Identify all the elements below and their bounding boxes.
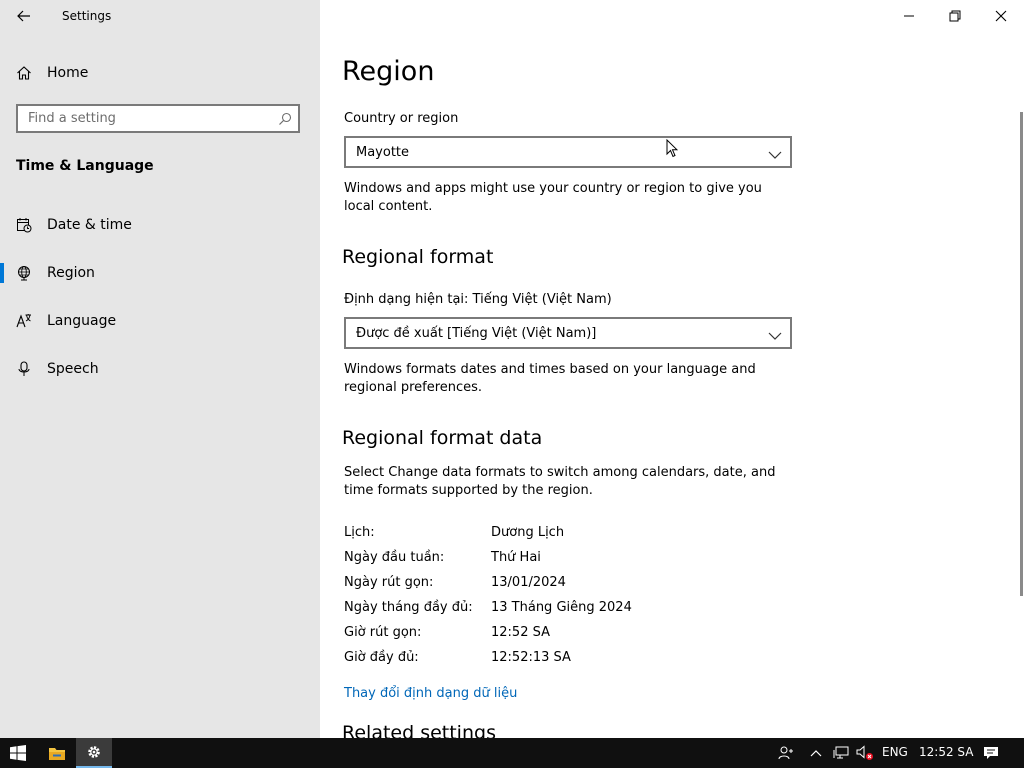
format-data-table: Lịch: Dương Lịch Ngày đầu tuần: Thứ Hai … <box>344 525 744 675</box>
related-settings-heading: Related settings <box>342 722 496 738</box>
country-dropdown[interactable]: Mayotte <box>344 136 792 168</box>
chevron-down-icon <box>768 327 782 346</box>
start-button[interactable] <box>0 738 36 768</box>
mouse-cursor-icon <box>666 138 679 162</box>
clock[interactable]: 12:52 SA <box>919 745 973 759</box>
row-value: 12:52 SA <box>491 625 550 640</box>
network-button[interactable] <box>830 738 852 768</box>
minimize-button[interactable] <box>886 0 932 32</box>
section-title: Time & Language <box>16 158 154 174</box>
row-key: Giờ rút gọn: <box>344 625 422 640</box>
regional-format-dropdown[interactable]: Được đề xuất [Tiếng Việt (Việt Nam)] <box>344 317 792 349</box>
table-row: Ngày tháng đầy đủ: 13 Tháng Giêng 2024 <box>344 600 744 625</box>
row-value: 13/01/2024 <box>491 575 566 590</box>
search-icon[interactable] <box>278 111 292 130</box>
country-value: Mayotte <box>356 145 410 160</box>
sidebar-item-label: Region <box>47 265 95 281</box>
show-hidden-icons-button[interactable] <box>806 738 826 768</box>
restore-button[interactable] <box>932 0 978 32</box>
people-button[interactable] <box>774 738 798 768</box>
minimize-icon <box>904 15 914 17</box>
table-row: Lịch: Dương Lịch <box>344 525 744 550</box>
table-row: Giờ đầy đủ: 12:52:13 SA <box>344 650 744 675</box>
back-arrow-icon <box>17 10 30 22</box>
row-value: Thứ Hai <box>491 550 541 565</box>
table-row: Giờ rút gọn: 12:52 SA <box>344 625 744 650</box>
regional-format-description: Windows formats dates and times based on… <box>344 362 756 395</box>
row-key: Ngày rút gọn: <box>344 575 434 590</box>
page-title: Region <box>342 56 435 87</box>
home-icon <box>16 65 38 81</box>
country-label: Country or region <box>344 111 459 126</box>
row-value: 13 Tháng Giêng 2024 <box>491 600 632 615</box>
scrollbar[interactable] <box>1020 112 1023 596</box>
row-key: Ngày đầu tuần: <box>344 550 445 565</box>
sidebar-item-date-time[interactable]: Date & time <box>0 207 320 243</box>
row-value: Dương Lịch <box>491 525 565 540</box>
sidebar: Settings Home Find a setting Time & Lang… <box>0 0 320 738</box>
notification-icon <box>984 747 998 759</box>
sidebar-item-label: Date & time <box>47 217 132 233</box>
search-placeholder: Find a setting <box>28 111 116 126</box>
chevron-down-icon <box>768 146 782 165</box>
language-icon <box>16 313 38 329</box>
input-language-indicator[interactable]: ENG <box>882 745 908 759</box>
row-key: Ngày tháng đầy đủ: <box>344 600 473 615</box>
search-input[interactable]: Find a setting <box>16 104 300 133</box>
settings-taskbar-button[interactable] <box>76 738 112 768</box>
volume-muted-icon <box>856 745 873 760</box>
back-button[interactable] <box>8 4 40 28</box>
current-format-label: Định dạng hiện tại: Tiếng Việt (Việt Nam… <box>344 292 612 307</box>
network-icon <box>833 746 849 759</box>
sidebar-item-label: Language <box>47 313 117 329</box>
main-content: Region Country or region Mayotte Windows… <box>320 0 1024 738</box>
table-row: Ngày rút gọn: 13/01/2024 <box>344 575 744 600</box>
close-button[interactable] <box>978 0 1024 32</box>
gear-icon <box>88 746 100 758</box>
globe-icon <box>16 265 38 281</box>
file-explorer-button[interactable] <box>40 738 74 768</box>
regional-format-value: Được đề xuất [Tiếng Việt (Việt Nam)] <box>356 326 597 341</box>
sidebar-item-region[interactable]: Region <box>0 255 320 291</box>
regional-format-heading: Regional format <box>342 246 494 268</box>
restore-icon <box>949 10 961 22</box>
microphone-icon <box>16 361 38 377</box>
people-icon <box>778 746 793 760</box>
row-value: 12:52:13 SA <box>491 650 571 665</box>
volume-button[interactable] <box>854 738 876 768</box>
app-title: Settings <box>62 9 112 23</box>
taskbar: ENG 12:52 SA <box>0 738 1024 768</box>
close-icon <box>995 10 1007 22</box>
change-data-formats-link[interactable]: Thay đổi định dạng dữ liệu <box>344 686 517 701</box>
sidebar-item-label: Speech <box>47 361 99 377</box>
sidebar-item-language[interactable]: Language <box>0 303 320 339</box>
row-key: Lịch: <box>344 525 375 540</box>
folder-icon <box>49 747 65 760</box>
country-description: Windows and apps might use your country … <box>344 181 762 214</box>
chevron-up-icon <box>810 750 822 757</box>
windows-logo-icon <box>10 745 26 761</box>
action-center-button[interactable] <box>978 738 1004 768</box>
sidebar-item-home[interactable]: Home <box>0 56 320 90</box>
row-key: Giờ đầy đủ: <box>344 650 419 665</box>
format-data-heading: Regional format data <box>342 427 543 449</box>
home-label: Home <box>47 65 89 81</box>
calendar-clock-icon <box>16 217 38 233</box>
sidebar-item-speech[interactable]: Speech <box>0 351 320 387</box>
table-row: Ngày đầu tuần: Thứ Hai <box>344 550 744 575</box>
format-data-description: Select Change data formats to switch amo… <box>344 465 776 498</box>
